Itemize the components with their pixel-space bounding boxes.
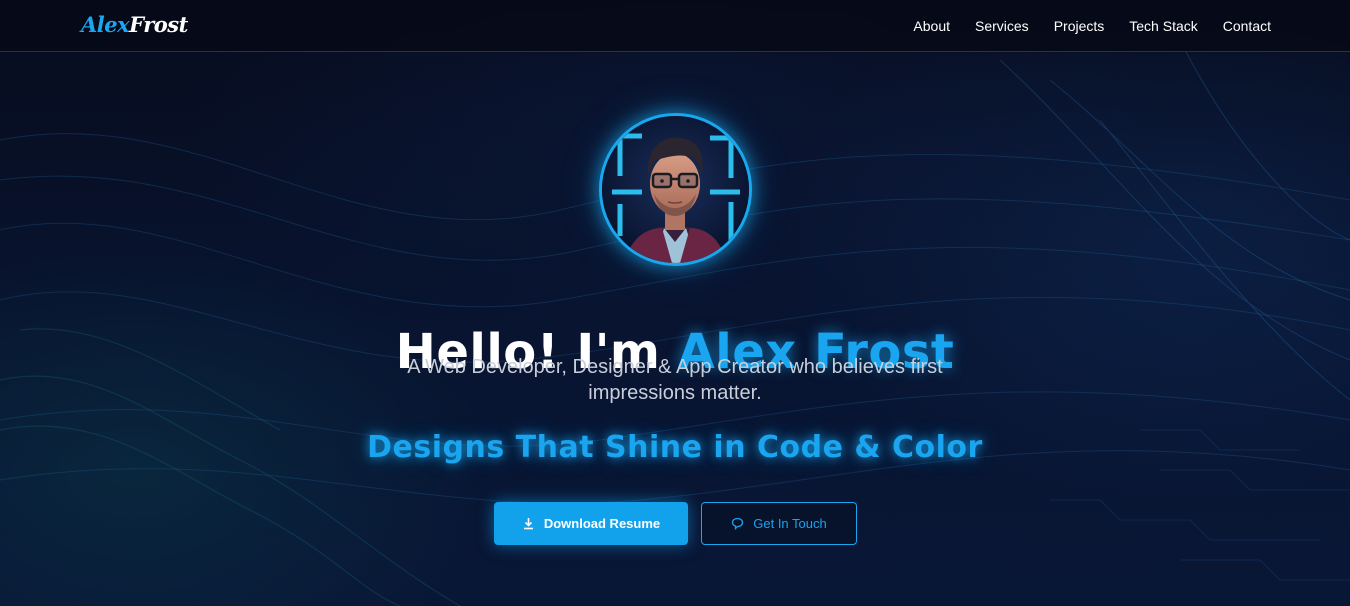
download-resume-button[interactable]: Download Resume — [494, 502, 688, 545]
chat-bubble-icon — [731, 517, 744, 530]
download-icon — [522, 517, 535, 530]
get-in-touch-label: Get In Touch — [753, 516, 827, 531]
navbar: AlexFrost About Services Projects Tech S… — [0, 0, 1350, 52]
get-in-touch-button[interactable]: Get In Touch — [701, 502, 857, 545]
hero-section: Hello! I'm Alex Frost A Web Developer, D… — [0, 52, 1350, 606]
nav-projects-link[interactable]: Projects — [1054, 18, 1105, 34]
profile-avatar — [599, 113, 752, 266]
page: AlexFrost About Services Projects Tech S… — [0, 0, 1350, 606]
nav-about-link[interactable]: About — [913, 18, 950, 34]
main-nav: About Services Projects Tech Stack Conta… — [913, 0, 1271, 52]
brand-logo[interactable]: AlexFrost — [81, 11, 188, 39]
hero-tagline: Designs That Shine in Code & Color — [367, 430, 983, 465]
nav-tech-stack-link[interactable]: Tech Stack — [1129, 18, 1197, 34]
brand-first-name: Alex — [81, 12, 130, 37]
nav-contact-link[interactable]: Contact — [1223, 18, 1271, 34]
brand-last-name: Frost — [129, 12, 188, 37]
avatar-portrait-image — [602, 116, 749, 263]
hero-subtitle: A Web Developer, Designer & App Creator … — [407, 356, 943, 404]
download-resume-label: Download Resume — [543, 516, 661, 531]
nav-services-link[interactable]: Services — [975, 18, 1029, 34]
